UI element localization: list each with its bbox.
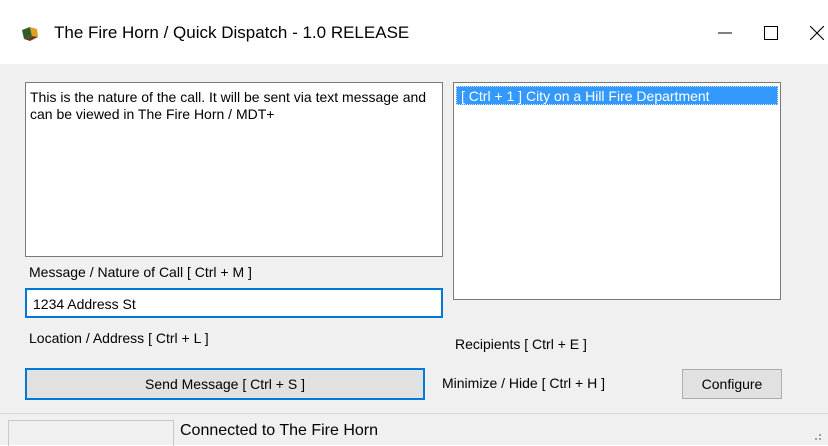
resize-grip-icon[interactable] <box>812 431 822 441</box>
recipient-item-selected[interactable]: [ Ctrl + 1 ] City on a Hill Fire Departm… <box>456 86 778 105</box>
message-text: This is the nature of the call. It will … <box>30 89 427 122</box>
configure-button[interactable]: Configure <box>682 369 782 399</box>
configure-label: Configure <box>701 376 763 392</box>
window-title: The Fire Horn / Quick Dispatch - 1.0 REL… <box>54 23 410 42</box>
recipients-label: Recipients [ Ctrl + E ] <box>455 336 587 352</box>
location-value: 1234 Address St <box>33 296 136 312</box>
maximize-button[interactable] <box>748 10 794 56</box>
title-bar[interactable]: The Fire Horn / Quick Dispatch - 1.0 REL… <box>0 0 828 64</box>
location-label: Location / Address [ Ctrl + L ] <box>29 330 209 346</box>
maximize-icon <box>764 26 778 40</box>
message-label: Message / Nature of Call [ Ctrl + M ] <box>29 264 252 280</box>
location-input[interactable]: 1234 Address St <box>25 288 443 318</box>
close-icon <box>810 26 824 40</box>
status-panel-empty <box>8 420 174 446</box>
message-textarea[interactable]: This is the nature of the call. It will … <box>25 82 443 257</box>
recipients-list[interactable]: [ Ctrl + 1 ] City on a Hill Fire Departm… <box>453 82 781 300</box>
minimize-button[interactable] <box>702 10 748 56</box>
minimize-hide-hint: Minimize / Hide [ Ctrl + H ] <box>442 375 605 391</box>
close-button[interactable] <box>794 10 828 56</box>
send-message-button[interactable]: Send Message [ Ctrl + S ] <box>25 368 425 400</box>
status-text: Connected to The Fire Horn <box>180 422 379 439</box>
fire-horn-app-icon <box>22 27 38 41</box>
minimize-icon <box>718 32 732 34</box>
send-message-label: Send Message [ Ctrl + S ] <box>145 376 305 392</box>
quick-dispatch-window: The Fire Horn / Quick Dispatch - 1.0 REL… <box>0 0 828 446</box>
status-bar: Connected to The Fire Horn <box>0 413 828 446</box>
